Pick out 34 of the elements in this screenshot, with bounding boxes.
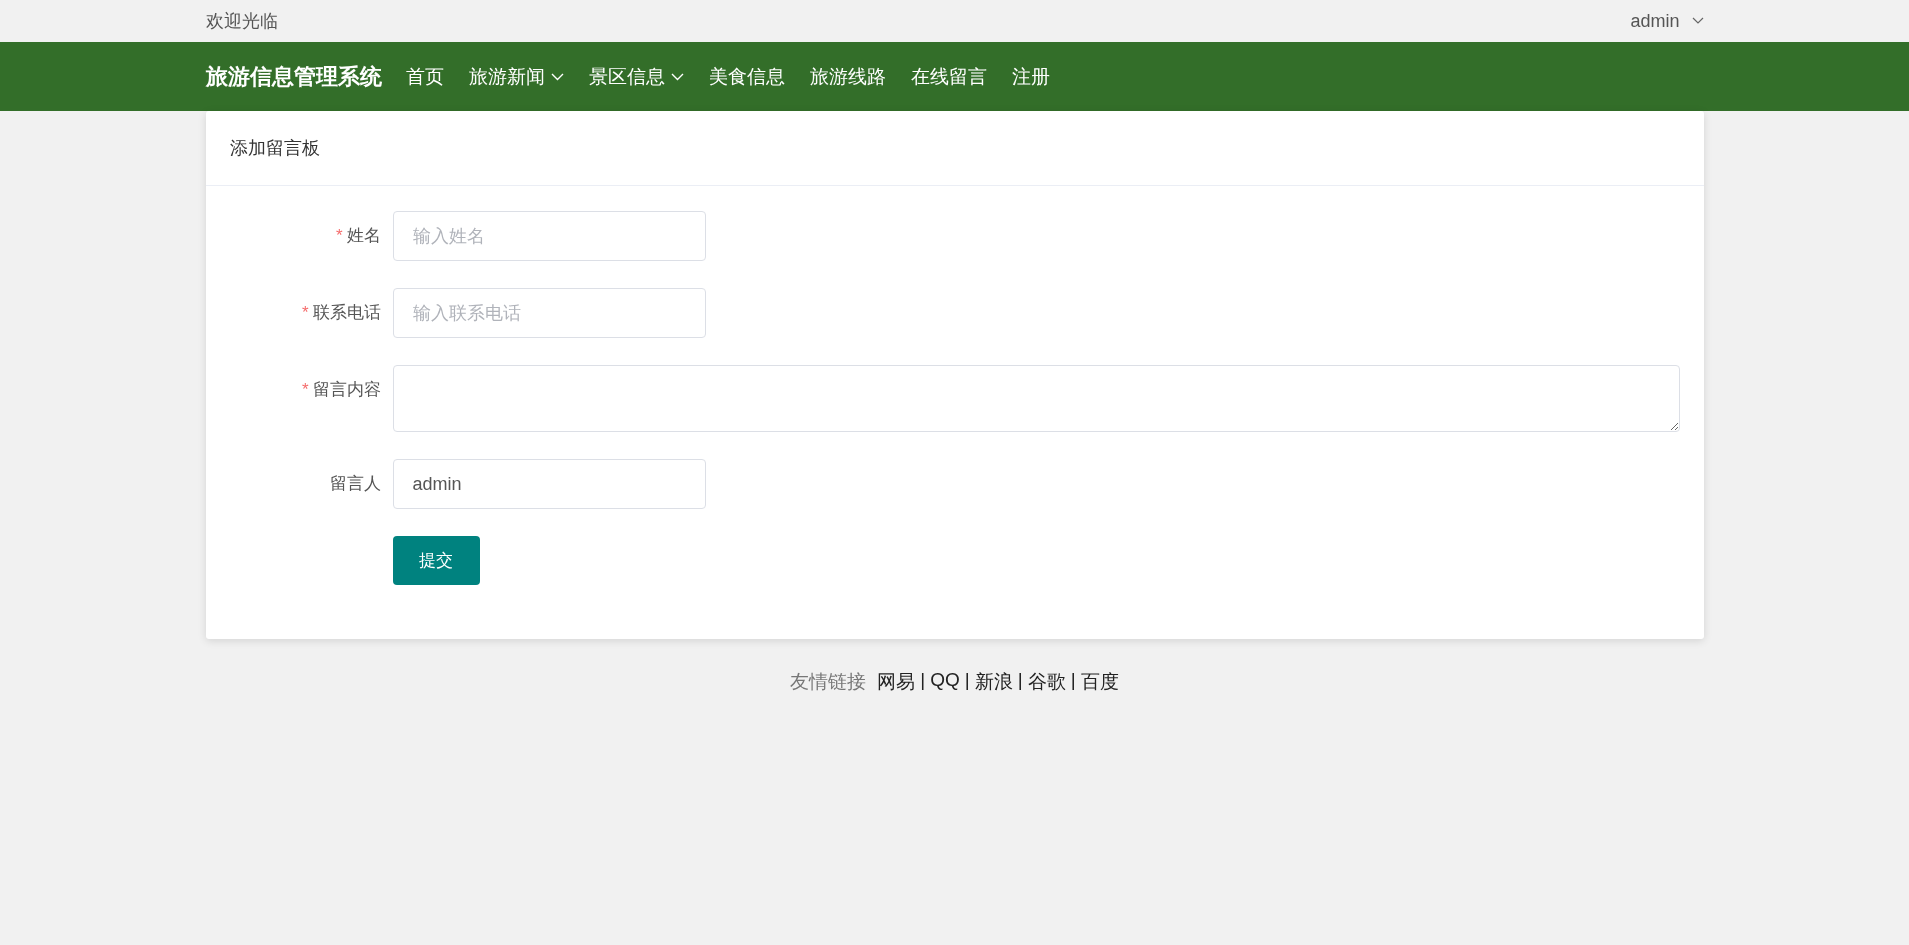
input-field[interactable]: 输入联系电话	[392, 288, 706, 338]
footer-link[interactable]: QQ	[930, 669, 960, 695]
site-title: 旅游信息管理系统	[205, 62, 382, 91]
footer-link[interactable]: 新浪	[974, 669, 1013, 695]
input-field[interactable]: admin	[392, 459, 706, 509]
nav-link[interactable]: 美食信息	[708, 63, 785, 90]
chevron-down-icon	[1691, 17, 1704, 25]
field-label: 留言人	[329, 474, 381, 493]
required-asterisk: *	[335, 226, 343, 245]
message-textarea[interactable]	[392, 365, 1680, 432]
welcome-text: 欢迎光临	[205, 10, 278, 33]
field-label: 姓名	[346, 226, 381, 245]
links-label: 友情链接	[790, 670, 867, 694]
field-label: 留言内容	[312, 380, 381, 399]
nav-link[interactable]: 在线留言	[910, 63, 987, 90]
user-menu[interactable]: admin	[1630, 10, 1704, 32]
nav-link[interactable]: 旅游新闻	[468, 63, 564, 90]
separator-text: |	[964, 669, 970, 692]
separator-text: |	[920, 669, 926, 692]
input-field[interactable]: 输入姓名	[392, 211, 706, 261]
nav-link[interactable]: 注册	[1011, 63, 1050, 90]
footer-link[interactable]: 网易	[877, 669, 916, 695]
card-title: 添加留言板	[229, 137, 320, 160]
submit-button[interactable]: 提交	[392, 536, 480, 585]
footer-link[interactable]: 谷歌	[1027, 669, 1066, 695]
footer-link[interactable]: 百度	[1080, 669, 1119, 695]
nav-link[interactable]: 旅游线路	[809, 63, 886, 90]
nav-link[interactable]: 首页	[405, 63, 444, 90]
field-label: 联系电话	[312, 303, 381, 322]
separator-text: |	[1070, 669, 1076, 692]
required-asterisk: *	[301, 303, 309, 322]
separator-text: |	[1017, 669, 1023, 692]
nav-link[interactable]: 景区信息	[588, 63, 684, 90]
required-asterisk: *	[301, 380, 309, 399]
